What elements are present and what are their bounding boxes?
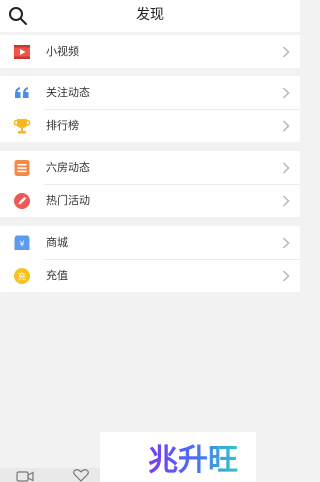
chevron-right-icon [282, 46, 290, 58]
top-bar: 发现 [0, 0, 300, 32]
list-icon [14, 160, 30, 176]
menu-item-ranking[interactable]: 排行榜 [0, 109, 300, 142]
row-divider [44, 109, 300, 110]
menu-item-shop[interactable]: ¥ 商城 [0, 226, 300, 259]
video-icon [14, 45, 30, 59]
menu-item-label: 六房动态 [46, 161, 90, 174]
menu-group-shop: ¥ 商城 充 充值 [0, 226, 300, 292]
chevron-right-icon [282, 120, 290, 132]
menu-item-follow-feed[interactable]: 关注动态 [0, 76, 300, 109]
svg-text:充: 充 [18, 271, 27, 282]
menu-item-short-video[interactable]: 小视频 [0, 35, 300, 68]
recharge-icon: 充 [14, 268, 30, 284]
menu-group-activity: 六房动态 热门活动 [0, 151, 300, 217]
bottom-tab-bar [0, 468, 100, 482]
chevron-right-icon [282, 195, 290, 207]
menu-item-label: 排行榜 [46, 119, 79, 132]
menu-item-label: 充值 [46, 269, 68, 282]
quote-icon [15, 87, 29, 98]
pen-icon [14, 193, 30, 209]
menu-group-video: 小视频 [0, 35, 300, 68]
search-icon[interactable] [8, 6, 28, 26]
svg-text:兆升旺: 兆升旺 [148, 443, 238, 478]
trophy-icon [13, 119, 31, 134]
menu-item-label: 热门活动 [46, 194, 90, 207]
chevron-right-icon [282, 270, 290, 282]
menu-item-label: 小视频 [46, 45, 79, 58]
video-tab-icon[interactable] [16, 470, 34, 482]
menu-item-recharge[interactable]: 充 充值 [0, 259, 300, 292]
chevron-right-icon [282, 237, 290, 249]
row-divider [44, 259, 300, 260]
svg-text:¥: ¥ [19, 240, 24, 249]
chevron-right-icon [282, 87, 290, 99]
menu-group-social: 关注动态 排行榜 [0, 76, 300, 142]
menu-item-label: 商城 [46, 236, 68, 249]
watermark-logo: 兆升旺 [148, 443, 238, 478]
page-title: 发现 [136, 7, 164, 23]
watermark: 兆升旺 [100, 432, 256, 482]
menu-item-room-feed[interactable]: 六房动态 [0, 151, 300, 184]
chevron-right-icon [282, 162, 290, 174]
menu-item-label: 关注动态 [46, 86, 90, 99]
shop-icon: ¥ [14, 235, 30, 250]
menu-item-hot-events[interactable]: 热门活动 [0, 184, 300, 217]
heart-tab-icon[interactable] [72, 469, 90, 482]
